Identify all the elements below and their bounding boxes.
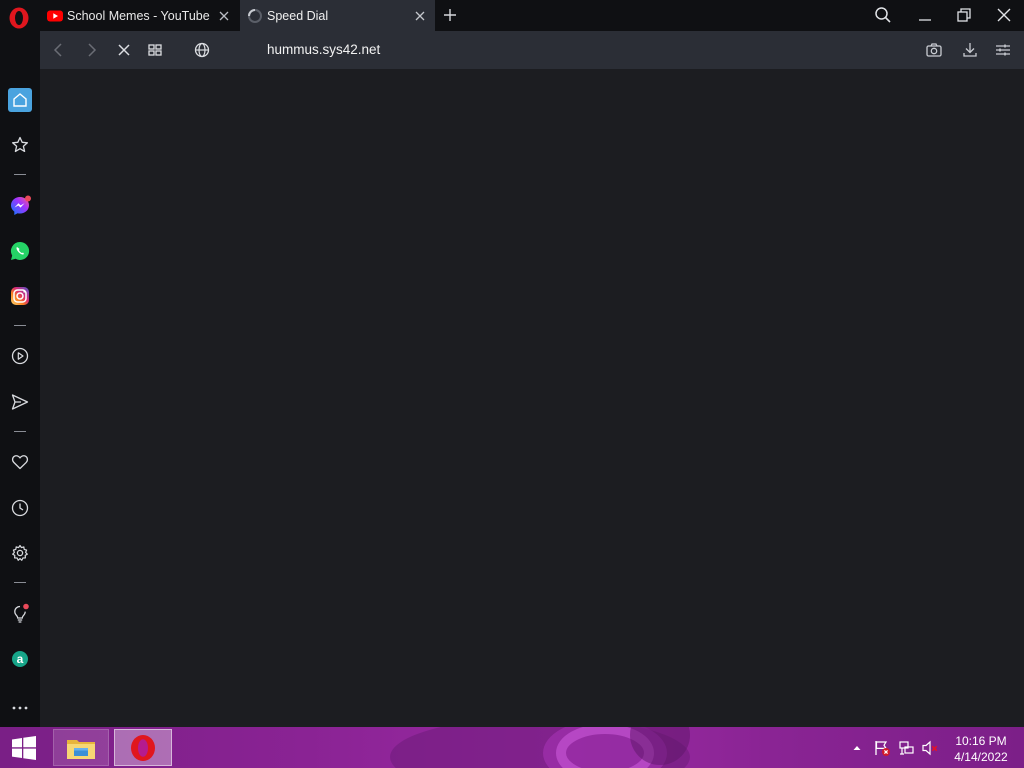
tab-search-button[interactable] — [872, 4, 894, 26]
globe-icon — [194, 42, 210, 58]
downloads-button[interactable] — [960, 40, 980, 60]
page-content — [40, 69, 1024, 727]
heart-icon — [11, 455, 29, 470]
camera-icon — [926, 43, 942, 57]
easy-setup-button[interactable] — [993, 40, 1013, 60]
back-button[interactable] — [49, 40, 69, 60]
close-icon — [118, 44, 130, 56]
tab-strip: School Memes - YouTube Speed Dial — [0, 0, 1024, 31]
tab-speed-dial[interactable]: Speed Dial — [240, 0, 435, 31]
volume-tray[interactable] — [921, 739, 939, 757]
sidebar-item-flow[interactable] — [8, 390, 32, 414]
search-icon — [875, 7, 891, 23]
sidebar-item-home[interactable] — [8, 88, 32, 112]
sidebar-item-pinboards[interactable] — [8, 450, 32, 474]
svg-text:a: a — [17, 652, 24, 666]
aria-icon: a — [12, 651, 28, 667]
more-dots-icon — [12, 706, 28, 710]
sidebar-item-whatsapp[interactable] — [8, 239, 32, 263]
network-tray[interactable] — [897, 739, 915, 757]
tab-youtube[interactable]: School Memes - YouTube — [40, 0, 239, 31]
loading-spinner-icon — [247, 8, 263, 24]
tab-overview-button[interactable] — [145, 40, 165, 60]
close-tab-icon[interactable] — [215, 7, 233, 25]
action-center-tray[interactable] — [873, 739, 891, 757]
instagram-icon — [11, 287, 29, 305]
plus-icon — [444, 9, 456, 21]
sidebar-divider — [14, 582, 26, 583]
close-tab-icon[interactable] — [411, 7, 429, 25]
clock-time: 10:16 PM — [955, 734, 1007, 748]
sidebar-divider — [14, 325, 26, 326]
sidebar-item-bookmarks[interactable] — [8, 133, 32, 157]
chevron-left-icon — [53, 43, 62, 57]
sidebar-divider — [14, 174, 26, 175]
whatsapp-icon — [10, 241, 30, 260]
messenger-icon — [11, 195, 31, 215]
settings-sliders-icon — [996, 44, 1010, 56]
new-tab-button[interactable] — [440, 5, 460, 25]
sidebar-item-history[interactable] — [8, 496, 32, 520]
url-field[interactable]: hummus.sys42.net — [267, 42, 380, 57]
lightbulb-icon — [14, 603, 29, 623]
site-info-button[interactable] — [192, 40, 212, 60]
gear-icon — [12, 544, 28, 561]
chevron-up-icon — [853, 746, 861, 750]
opera-logo-icon — [9, 7, 29, 29]
tab-label: Speed Dial — [267, 8, 329, 23]
sidebar-item-instagram[interactable] — [8, 284, 32, 308]
close-icon — [997, 8, 1011, 22]
opera-icon — [131, 734, 155, 761]
play-circle-icon — [11, 347, 29, 365]
show-hidden-icons-button[interactable] — [848, 739, 866, 757]
volume-muted-icon — [922, 740, 938, 756]
snapshot-button[interactable] — [924, 40, 944, 60]
tab-label: School Memes - YouTube — [67, 8, 210, 23]
download-icon — [963, 43, 977, 57]
restore-icon — [957, 8, 971, 22]
taskbar-file-explorer[interactable] — [53, 729, 109, 766]
windows-logo-icon — [12, 736, 36, 760]
grid-icon — [148, 44, 162, 56]
restore-button[interactable] — [953, 4, 975, 26]
start-button[interactable] — [4, 731, 44, 765]
taskbar-opera[interactable] — [114, 729, 172, 766]
address-toolbar: hummus.sys42.net — [40, 31, 1024, 69]
close-window-button[interactable] — [993, 4, 1015, 26]
opera-menu-button[interactable] — [7, 6, 31, 30]
clock-date: 4/14/2022 — [954, 750, 1008, 764]
sidebar-item-settings[interactable] — [8, 541, 32, 565]
youtube-icon — [47, 8, 63, 24]
action-center-flag-icon — [875, 741, 890, 756]
stop-loading-button[interactable] — [114, 40, 134, 60]
home-icon — [13, 93, 27, 107]
folder-icon — [67, 739, 95, 759]
sidebar: a — [0, 31, 40, 727]
minimize-icon — [919, 19, 931, 21]
wallpaper-decoration — [390, 727, 690, 768]
chevron-right-icon — [88, 43, 97, 57]
sidebar-item-tips[interactable] — [8, 602, 32, 626]
star-icon — [11, 136, 29, 153]
taskbar: 10:16 PM 4/14/2022 — [0, 727, 1024, 768]
system-clock[interactable]: 10:16 PM 4/14/2022 — [946, 733, 1016, 765]
send-icon — [11, 394, 29, 410]
network-icon — [899, 741, 914, 755]
sidebar-item-messenger[interactable] — [8, 194, 32, 218]
sidebar-item-aria[interactable]: a — [8, 647, 32, 671]
forward-button[interactable] — [81, 40, 101, 60]
sidebar-divider — [14, 431, 26, 432]
sidebar-item-player[interactable] — [8, 344, 32, 368]
minimize-button[interactable] — [914, 4, 936, 26]
sidebar-item-more[interactable] — [8, 696, 32, 720]
clock-icon — [11, 499, 29, 517]
